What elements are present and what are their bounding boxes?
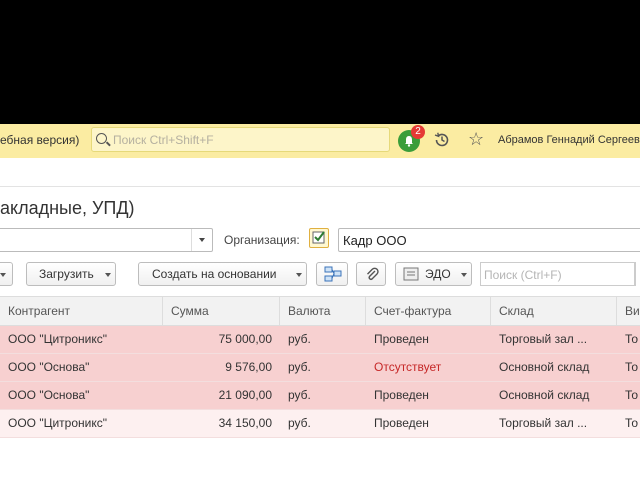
organization-label: Организация:	[224, 233, 300, 247]
table-cell-currency: руб.	[288, 416, 311, 430]
structure-icon	[324, 266, 342, 282]
table-cell-amount: 75 000,00	[218, 332, 272, 346]
table-cell-currency: руб.	[288, 332, 311, 346]
list-search-placeholder: Поиск (Ctrl+F)	[484, 268, 562, 282]
column-header[interactable]: Контрагент	[0, 297, 163, 325]
table-cell-extra: То	[625, 388, 639, 402]
table-cell-counterparty: ООО "Основа"	[8, 388, 90, 402]
favorites-button[interactable]: ☆	[468, 129, 484, 149]
history-button[interactable]	[433, 131, 451, 154]
table-header: Контрагент Сумма Валюта Счет-фактура Скл…	[0, 296, 640, 326]
notifications-badge: 2	[411, 125, 425, 139]
divider	[634, 263, 635, 285]
divider	[0, 186, 640, 187]
structure-button[interactable]	[316, 262, 348, 286]
global-search-input[interactable]: Поиск Ctrl+Shift+F	[91, 127, 390, 152]
black-letterbox	[0, 0, 640, 124]
toolbar-menu-button[interactable]	[0, 262, 13, 286]
app-window: ебная версия) Поиск Ctrl+Shift+F 2 ☆ Абр…	[0, 124, 640, 480]
chevron-down-icon	[0, 273, 6, 277]
paperclip-icon	[367, 267, 379, 280]
load-button[interactable]: Загрузить	[26, 262, 116, 286]
edo-icon	[403, 267, 419, 281]
table-row[interactable]: ООО "Основа" 21 090,00 руб. Проведен Основно…	[0, 382, 640, 410]
table-cell-amount: 21 090,00	[218, 388, 272, 402]
chevron-down-icon[interactable]	[191, 229, 212, 251]
table-cell-currency: руб.	[288, 388, 311, 402]
app-title: ебная версия)	[0, 133, 80, 147]
list-search-input[interactable]: Поиск (Ctrl+F)	[480, 262, 636, 286]
column-header[interactable]: Ви	[617, 297, 640, 325]
edo-button[interactable]: ЭДО	[395, 262, 472, 286]
page-title: акладные, УПД)	[0, 198, 135, 218]
table-cell-extra: То	[625, 332, 639, 346]
top-bar: ебная версия) Поиск Ctrl+Shift+F 2 ☆ Абр…	[0, 124, 640, 158]
tabs-area	[0, 158, 640, 188]
table-cell-counterparty: ООО "Цитроникс"	[8, 416, 107, 430]
table-row[interactable]: ООО "Цитроникс" 34 150,00 руб. Проведен Торг…	[0, 410, 640, 438]
table-cell-amount: 34 150,00	[218, 416, 272, 430]
organization-checkbox[interactable]	[309, 228, 329, 248]
organization-field[interactable]: Кадр ООО	[338, 228, 640, 252]
search-icon	[96, 133, 107, 144]
table-cell-amount: 9 576,00	[225, 360, 272, 374]
edo-button-label: ЭДО	[425, 267, 451, 281]
create-based-on-label: Создать на основании	[152, 267, 277, 281]
column-header[interactable]: Валюта	[280, 297, 366, 325]
load-button-label: Загрузить	[39, 267, 94, 281]
chevron-down-icon	[461, 273, 467, 277]
table-cell-warehouse: Основной склад	[499, 388, 590, 402]
chevron-down-icon	[296, 273, 302, 277]
table-cell-counterparty: ООО "Цитроникс"	[8, 332, 107, 346]
column-header[interactable]: Сумма	[163, 297, 280, 325]
table-cell-warehouse: Основной склад	[499, 360, 590, 374]
checkbox-icon	[312, 231, 325, 244]
table-row[interactable]: ООО "Цитроникс" 75 000,00 руб. Проведен Торг…	[0, 326, 640, 354]
organization-value: Кадр ООО	[343, 233, 407, 248]
table-cell-currency: руб.	[288, 360, 311, 374]
filter-select[interactable]	[0, 228, 213, 252]
table-cell-extra: То	[625, 416, 639, 430]
global-search-placeholder: Поиск Ctrl+Shift+F	[113, 133, 214, 147]
create-based-on-button[interactable]: Создать на основании	[138, 262, 307, 286]
user-name[interactable]: Абрамов Геннадий Сергеевич	[498, 134, 640, 146]
chevron-down-icon	[105, 273, 111, 277]
table-cell-counterparty: ООО "Основа"	[8, 360, 90, 374]
column-header[interactable]: Склад	[491, 297, 617, 325]
table-cell-invoice: Проведен	[374, 332, 429, 346]
table-cell-warehouse: Торговый зал ...	[499, 416, 588, 430]
star-icon: ☆	[468, 129, 485, 149]
table-cell-invoice: Проведен	[374, 388, 429, 402]
table-cell-invoice: Проведен	[374, 416, 429, 430]
table-row[interactable]: ООО "Основа" 9 576,00 руб. Отсутствует Основ…	[0, 354, 640, 382]
table-cell-warehouse: Торговый зал ...	[499, 332, 588, 346]
history-icon	[434, 132, 449, 147]
column-header[interactable]: Счет-фактура	[366, 297, 491, 325]
table-cell-extra: То	[625, 360, 639, 374]
table-cell-invoice: Отсутствует	[374, 360, 442, 374]
attachments-button[interactable]	[356, 262, 386, 286]
